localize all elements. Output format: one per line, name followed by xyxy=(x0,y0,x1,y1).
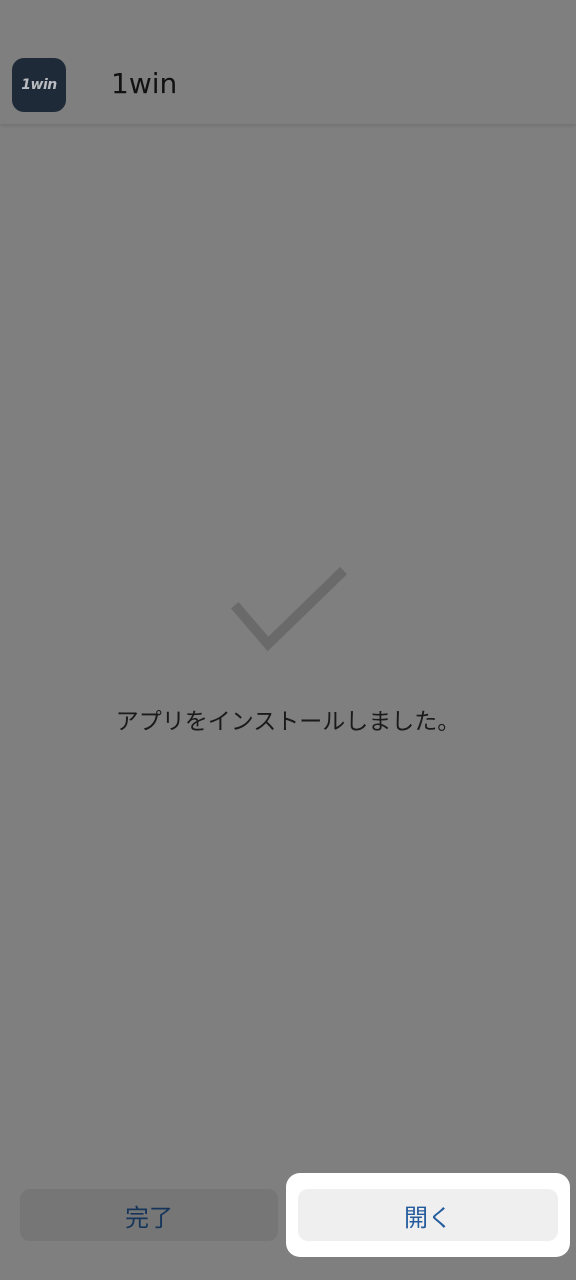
checkmark-icon xyxy=(230,566,348,652)
open-button[interactable]: 開く xyxy=(298,1189,558,1241)
app-header: 1win 1win xyxy=(0,0,576,124)
app-name: 1win xyxy=(111,67,178,100)
app-icon: 1win xyxy=(12,58,66,112)
app-logo-text: 1win xyxy=(21,77,57,93)
done-button[interactable]: 完了 xyxy=(20,1189,278,1241)
install-success-message: アプリをインストールしました。 xyxy=(115,709,461,735)
